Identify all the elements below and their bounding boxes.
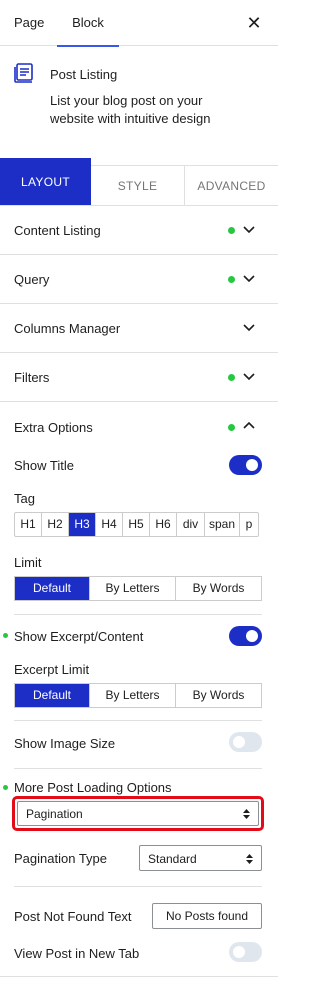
show-title-toggle[interactable] <box>229 455 262 475</box>
tag-option-h1[interactable]: H1 <box>15 513 42 536</box>
section-content-listing[interactable]: Content Listing <box>0 206 278 255</box>
sidebar-tabs: Page Block ✕ <box>0 0 278 47</box>
modified-dot <box>228 424 235 431</box>
close-icon[interactable]: ✕ <box>244 13 264 33</box>
section-label: Extra Options <box>14 420 93 435</box>
excerpt-limit-option-by-letters[interactable]: By Letters <box>90 684 176 707</box>
section-filters[interactable]: Filters <box>0 353 278 402</box>
chevron-down-icon <box>243 373 255 381</box>
toggle-knob <box>246 459 258 471</box>
limit-option-by-letters[interactable]: By Letters <box>90 577 176 600</box>
section-label: Filters <box>14 370 50 385</box>
excerpt-limit-button-group: Default By Letters By Words <box>14 683 262 708</box>
block-description: List your blog post on your website with… <box>50 92 250 128</box>
modified-dot <box>3 785 8 790</box>
toggle-knob <box>246 630 258 642</box>
divider <box>14 886 262 887</box>
modified-dot <box>228 276 235 283</box>
show-excerpt-label: Show Excerpt/Content <box>14 629 144 644</box>
select-arrows-icon <box>246 854 253 864</box>
view-post-new-tab-toggle[interactable] <box>229 942 262 962</box>
post-listing-icon <box>14 63 33 83</box>
pagination-type-label: Pagination Type <box>14 851 107 866</box>
toggle-knob <box>233 736 245 748</box>
chevron-down-icon <box>243 324 255 332</box>
block-description-line: website with intuitive design <box>50 111 211 126</box>
show-image-size-toggle[interactable] <box>229 732 262 752</box>
block-title: Post Listing <box>50 67 118 82</box>
section-label: Content Listing <box>14 223 101 238</box>
select-arrows-icon <box>243 809 250 819</box>
pagination-type-select[interactable]: Standard <box>139 845 262 871</box>
section-columns-manager[interactable]: Columns Manager <box>0 304 278 353</box>
tag-option-p[interactable]: p <box>240 513 258 536</box>
block-description-line: List your blog post on your <box>50 93 203 108</box>
chevron-down-icon <box>243 275 255 283</box>
select-value: Pagination <box>26 807 83 821</box>
limit-label: Limit <box>14 555 42 570</box>
tab-layout[interactable]: LAYOUT <box>0 158 91 206</box>
show-image-size-label: Show Image Size <box>14 736 116 751</box>
limit-button-group: Default By Letters By Words <box>14 576 262 601</box>
mode-tabs: STYLE ADVANCED LAYOUT <box>0 158 278 206</box>
show-excerpt-toggle[interactable] <box>229 626 262 646</box>
section-extra-options[interactable]: Extra Options <box>0 402 278 451</box>
select-value: Standard <box>148 852 197 866</box>
tag-button-group: H1 H2 H3 H4 H5 H6 div span p <box>14 512 259 537</box>
chevron-down-icon <box>243 226 255 234</box>
divider <box>0 976 278 977</box>
tag-option-h4[interactable]: H4 <box>96 513 123 536</box>
tab-style[interactable]: STYLE <box>91 165 185 206</box>
modified-dot <box>228 227 235 234</box>
section-label: Columns Manager <box>14 321 121 336</box>
post-not-found-input[interactable]: No Posts found <box>152 903 262 929</box>
limit-option-default[interactable]: Default <box>15 577 90 600</box>
excerpt-limit-option-default[interactable]: Default <box>15 684 90 707</box>
chevron-up-icon <box>243 421 255 429</box>
divider <box>14 614 262 615</box>
tag-option-span[interactable]: span <box>205 513 240 536</box>
show-title-label: Show Title <box>14 458 74 473</box>
section-query[interactable]: Query <box>0 255 278 304</box>
more-post-loading-select[interactable]: Pagination <box>17 801 259 826</box>
tag-label: Tag <box>14 491 35 506</box>
tab-page[interactable]: Page <box>14 0 44 46</box>
tag-option-h3[interactable]: H3 <box>69 513 96 536</box>
tag-option-h6[interactable]: H6 <box>150 513 177 536</box>
excerpt-limit-label: Excerpt Limit <box>14 662 90 677</box>
toggle-knob <box>233 946 245 958</box>
tag-option-h5[interactable]: H5 <box>123 513 150 536</box>
more-post-loading-label: More Post Loading Options <box>14 780 172 795</box>
modified-dot <box>3 633 8 638</box>
excerpt-limit-option-by-words[interactable]: By Words <box>176 684 261 707</box>
divider <box>14 720 262 721</box>
highlight-box: Pagination <box>12 796 264 831</box>
section-label: Query <box>14 272 50 287</box>
tab-advanced[interactable]: ADVANCED <box>184 165 278 206</box>
tab-block[interactable]: Block <box>57 0 119 47</box>
post-not-found-label: Post Not Found Text <box>14 909 132 924</box>
view-post-new-tab-label: View Post in New Tab <box>14 946 140 961</box>
tag-option-h2[interactable]: H2 <box>42 513 69 536</box>
modified-dot <box>228 374 235 381</box>
tag-option-div[interactable]: div <box>177 513 205 536</box>
limit-option-by-words[interactable]: By Words <box>176 577 261 600</box>
divider <box>14 768 262 769</box>
